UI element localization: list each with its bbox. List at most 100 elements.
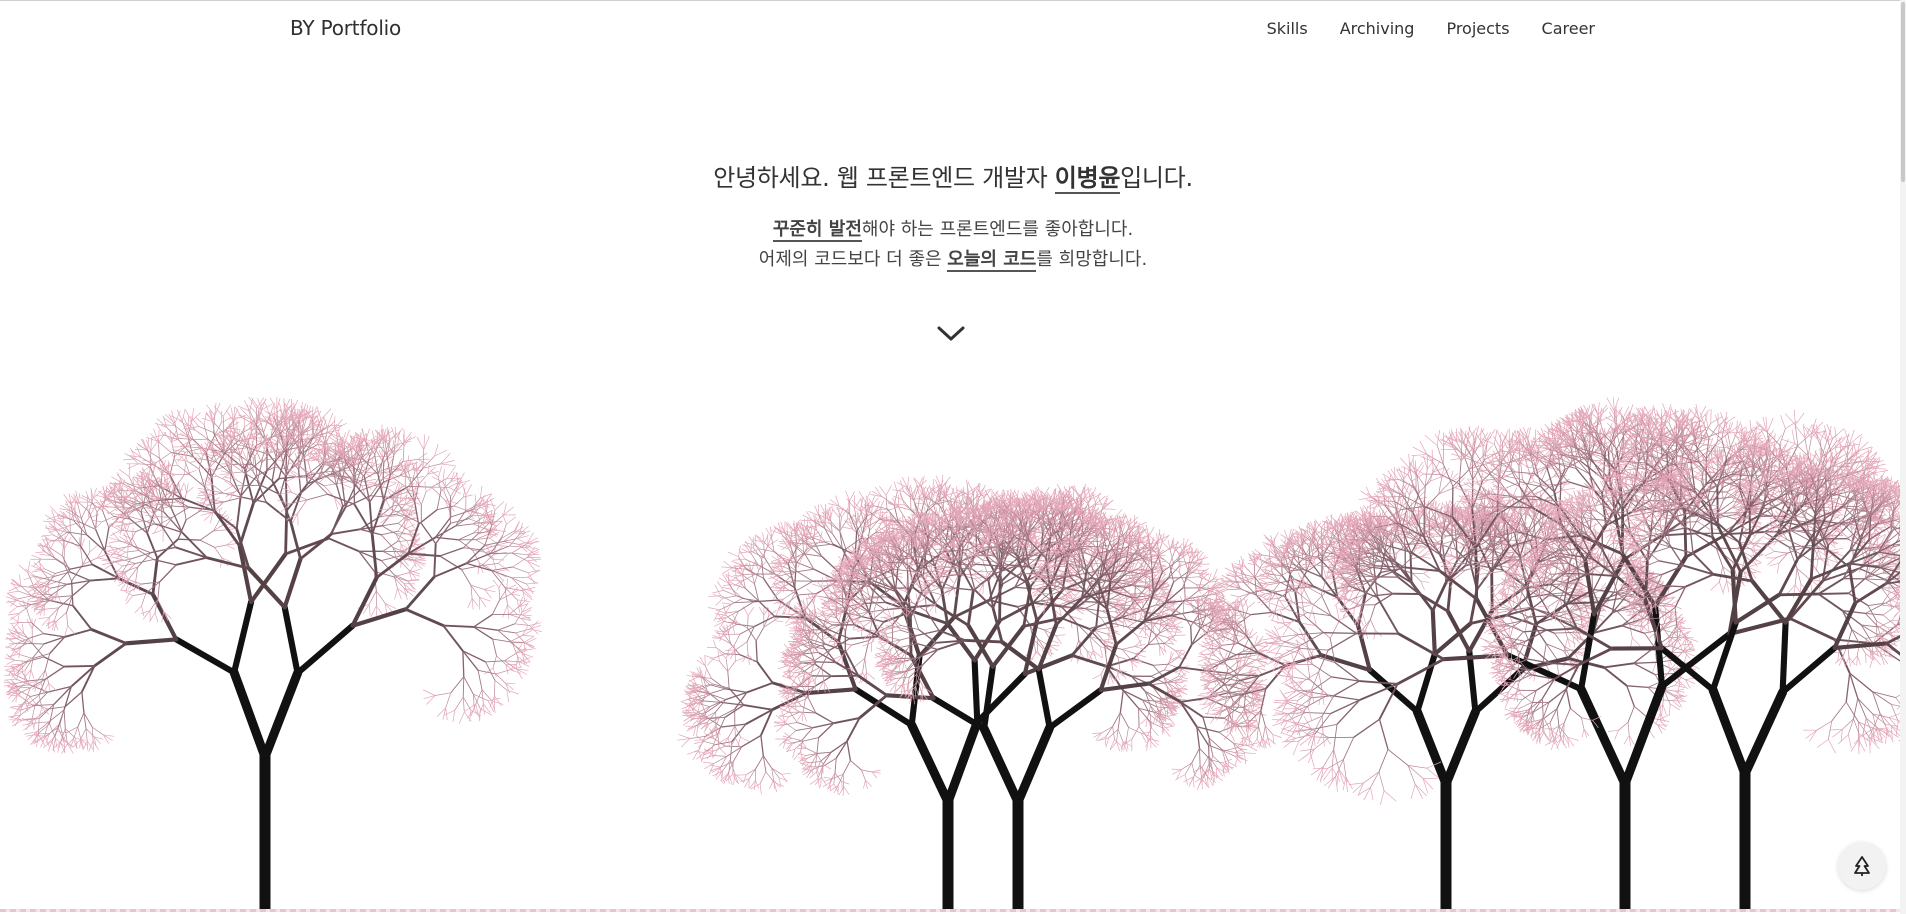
tree-branch xyxy=(505,516,517,525)
tree-branch xyxy=(703,700,722,703)
tree-branch xyxy=(958,546,961,579)
tree-branch xyxy=(885,485,892,496)
tree-branch xyxy=(806,517,809,529)
tree-branch xyxy=(175,556,208,566)
tree-branch xyxy=(763,534,769,545)
tree-branch xyxy=(28,633,45,639)
tree-branch xyxy=(35,551,46,553)
tree-branch xyxy=(393,572,410,578)
tree-branch xyxy=(30,669,35,679)
tree-branch xyxy=(440,453,451,465)
tree-branch xyxy=(147,437,149,451)
tree-branch xyxy=(720,723,747,728)
tree-branch xyxy=(362,471,375,474)
tree-branch xyxy=(89,577,120,582)
tree-branch xyxy=(33,721,50,724)
tree-branch xyxy=(17,590,33,597)
tree-branch xyxy=(526,560,541,568)
tree-branch xyxy=(416,436,425,451)
tree-branch xyxy=(838,517,841,532)
tree-branch xyxy=(157,441,172,453)
tree-branch xyxy=(888,506,899,511)
tree-branch xyxy=(696,659,706,667)
tree-branch xyxy=(333,423,347,430)
tree-branch xyxy=(481,689,493,702)
nav-link-archiving[interactable]: Archiving xyxy=(1340,19,1415,38)
tree-branch xyxy=(498,587,501,601)
tree-branch xyxy=(229,467,231,483)
tree-branch xyxy=(727,551,739,558)
tree-branch xyxy=(62,541,65,557)
tree-branch xyxy=(92,520,103,523)
tree-branch xyxy=(760,734,764,757)
tree-branch xyxy=(77,726,82,740)
tree-branch xyxy=(778,777,782,788)
tree-branch xyxy=(120,529,137,532)
tree-branch xyxy=(1048,645,1060,647)
tree-branch xyxy=(777,529,788,536)
tree-branch xyxy=(150,440,159,452)
tree-branch xyxy=(47,583,50,595)
tree-branch xyxy=(31,554,42,560)
tree-branch xyxy=(67,625,76,635)
tree-branch xyxy=(492,638,497,657)
tree-branch xyxy=(442,624,464,652)
tree-branch xyxy=(158,431,167,443)
tree-branch xyxy=(522,635,534,637)
tree-branch xyxy=(174,410,181,424)
tree-branch xyxy=(132,538,140,551)
tree-branch xyxy=(36,708,48,719)
tree-branch xyxy=(753,615,776,628)
tree-branch xyxy=(728,725,736,738)
tree-branch xyxy=(828,522,841,532)
tree-branch xyxy=(940,588,949,625)
tree-branch xyxy=(748,768,756,780)
tree-branch xyxy=(44,653,51,671)
tree-branch xyxy=(375,590,386,604)
tree-branch xyxy=(824,513,826,529)
tree-branch xyxy=(496,655,507,665)
tree-branch xyxy=(484,540,505,546)
tree-branch xyxy=(56,517,68,519)
tree-branch xyxy=(709,764,721,768)
tree-branch xyxy=(759,783,762,795)
tree-branch xyxy=(781,773,788,783)
nav-link-career[interactable]: Career xyxy=(1542,19,1595,38)
tree-branch xyxy=(223,485,233,492)
tree-branch xyxy=(465,484,472,496)
tree-branch xyxy=(727,660,736,672)
tree-branch xyxy=(381,511,393,527)
tree-branch xyxy=(483,503,496,506)
tree-branch xyxy=(300,477,320,494)
nav-link-skills[interactable]: Skills xyxy=(1267,19,1308,38)
tree-branch xyxy=(371,499,385,536)
tree-branch xyxy=(707,607,721,611)
tree-branch xyxy=(719,651,727,659)
tree-branch xyxy=(300,466,310,474)
tree-branch xyxy=(44,669,50,684)
tree-branch xyxy=(413,477,421,487)
tree-branch xyxy=(495,544,508,547)
tree-branch xyxy=(199,510,214,513)
tree-branch xyxy=(93,641,128,668)
tree-branch xyxy=(335,484,344,507)
tree-branch xyxy=(418,473,429,485)
tree-branch xyxy=(282,556,303,610)
tree-branch xyxy=(3,665,16,668)
tree-branch xyxy=(736,595,755,603)
tree-branch xyxy=(830,507,834,519)
brand-logo-link[interactable]: BY Portfolio xyxy=(290,16,401,40)
tree-branch xyxy=(64,728,76,739)
tree-branch xyxy=(124,637,179,646)
tree-branch xyxy=(956,486,958,498)
tree-branch xyxy=(164,501,178,503)
tree-branch xyxy=(81,691,85,714)
tree-branch xyxy=(42,539,56,541)
tree-branch xyxy=(110,529,121,537)
tree-branch xyxy=(755,640,758,663)
tree-branch xyxy=(450,676,465,694)
tree-branch xyxy=(89,544,99,553)
nav-link-projects[interactable]: Projects xyxy=(1446,19,1509,38)
tree-branch xyxy=(781,561,797,564)
tree-branch xyxy=(336,426,340,440)
